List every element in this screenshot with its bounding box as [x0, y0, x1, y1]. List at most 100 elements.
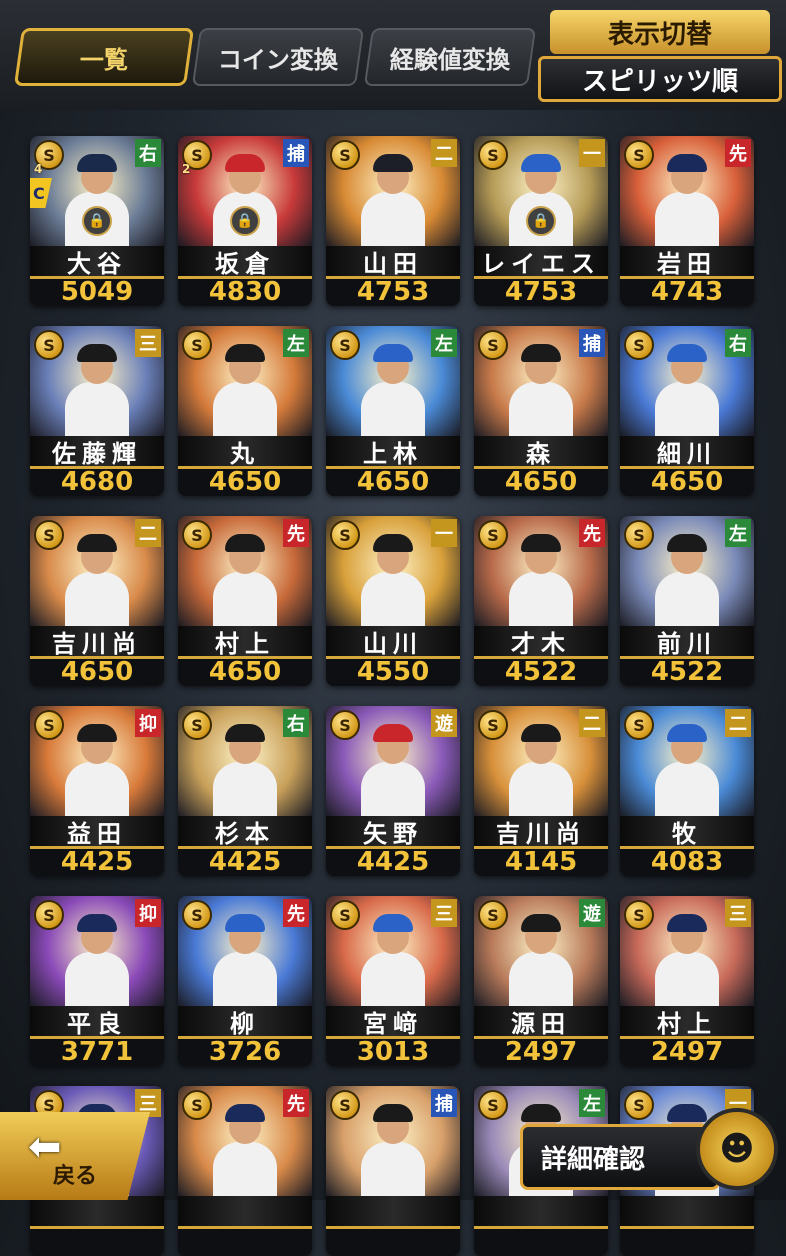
lock-icon: 🔒	[82, 206, 112, 236]
player-card[interactable]: S 右杉本 4425	[178, 706, 312, 876]
detail-confirm-button[interactable]: 詳細確認	[520, 1124, 720, 1190]
spirits-coin-icon: S	[182, 520, 212, 550]
player-figure	[65, 914, 129, 1006]
position-badge: 抑	[135, 899, 161, 927]
position-badge: 捕	[579, 329, 605, 357]
player-name: 矢野	[326, 816, 460, 849]
spirits-coin-icon: S	[478, 1090, 508, 1120]
player-name: 吉川尚	[30, 626, 164, 659]
limit-break-count: 4	[34, 162, 43, 176]
player-card[interactable]: S 二山田 4753	[326, 136, 460, 306]
player-card[interactable]: S 一 🔒 レイエス 4753	[474, 136, 608, 306]
player-figure	[509, 344, 573, 436]
player-card[interactable]: S 三宮﨑 3013	[326, 896, 460, 1066]
spirits-score: 4650	[504, 467, 578, 496]
display-toggle-button[interactable]: 表示切替 スピリッツ順	[538, 10, 782, 102]
player-card[interactable]: S 先才木 4522	[474, 516, 608, 686]
player-card[interactable]: S 三佐藤輝 4680	[30, 326, 164, 496]
player-card[interactable]: S 左前川 4522	[620, 516, 754, 686]
player-figure	[655, 154, 719, 246]
spirits-score: 3726	[208, 1037, 282, 1066]
position-badge: 三	[725, 899, 751, 927]
spirits-score: 4650	[60, 657, 134, 686]
person-icon[interactable]: ☻	[696, 1108, 778, 1190]
player-figure	[213, 914, 277, 1006]
player-card[interactable]: S捕	[326, 1086, 460, 1256]
player-name: 源田	[474, 1006, 608, 1039]
player-figure	[65, 344, 129, 436]
player-card[interactable]: S 二吉川尚 4145	[474, 706, 608, 876]
spirits-coin-icon: S	[330, 900, 360, 930]
player-figure	[509, 534, 573, 626]
tab-list[interactable]: 一覧	[13, 28, 195, 86]
position-badge: 左	[431, 329, 457, 357]
player-figure	[213, 344, 277, 436]
spirits-coin-icon: S	[624, 330, 654, 360]
player-card[interactable]: S 二吉川尚 4650	[30, 516, 164, 686]
position-badge: 左	[579, 1089, 605, 1117]
detail-confirm-label: 詳細確認	[541, 1144, 646, 1175]
spirits-coin-icon: S	[34, 710, 64, 740]
player-figure	[655, 534, 719, 626]
player-card[interactable]: S 抑平良 3771	[30, 896, 164, 1066]
position-badge: 先	[725, 139, 751, 167]
player-card[interactable]: S 遊源田 2497	[474, 896, 608, 1066]
player-card[interactable]: S先	[178, 1086, 312, 1256]
player-name: 丸	[178, 436, 312, 469]
spirits-coin-icon: S	[34, 520, 64, 550]
player-card[interactable]: S 抑益田 4425	[30, 706, 164, 876]
position-badge: 遊	[431, 709, 457, 737]
player-name: 村上	[178, 626, 312, 659]
player-figure	[213, 1104, 277, 1196]
position-badge: 先	[283, 899, 309, 927]
player-card[interactable]: S 三村上 2497	[620, 896, 754, 1066]
player-name: 益田	[30, 816, 164, 849]
player-card[interactable]: S 遊矢野 4425	[326, 706, 460, 876]
player-figure	[213, 534, 277, 626]
lock-icon: 🔒	[230, 206, 260, 236]
player-card[interactable]: S 左丸 4650	[178, 326, 312, 496]
spirits-score: 4425	[60, 847, 134, 876]
player-card[interactable]: S 先岩田 4743	[620, 136, 754, 306]
player-name	[474, 1196, 608, 1229]
spirits-coin-icon: S	[330, 1090, 360, 1120]
spirits-coin-icon: S	[478, 710, 508, 740]
player-card[interactable]: S 一山川 4550	[326, 516, 460, 686]
player-name: 平良	[30, 1006, 164, 1039]
back-button[interactable]: 戻る	[0, 1112, 150, 1200]
spirits-coin-icon: S	[330, 520, 360, 550]
player-name: 宮﨑	[326, 1006, 460, 1039]
player-card[interactable]: S 左上林 4650	[326, 326, 460, 496]
player-card[interactable]: S 二牧 4083	[620, 706, 754, 876]
player-name: 山田	[326, 246, 460, 279]
tab-exp-convert[interactable]: 経験値変換	[363, 28, 537, 86]
spirits-score: 4743	[650, 277, 724, 306]
spirits-score: 4650	[356, 467, 430, 496]
player-figure	[655, 344, 719, 436]
player-name: 前川	[620, 626, 754, 659]
spirits-coin-icon: S	[330, 330, 360, 360]
player-name: 森	[474, 436, 608, 469]
position-badge: 右	[135, 139, 161, 167]
tab-list-label: 一覧	[80, 45, 128, 74]
tab-coin-convert[interactable]: コイン変換	[191, 28, 365, 86]
position-badge: 三	[135, 329, 161, 357]
spirits-score: 4753	[356, 277, 430, 306]
player-card[interactable]: S 右細川 4650	[620, 326, 754, 496]
spirits-score: 3771	[60, 1037, 134, 1066]
player-name: 柳	[178, 1006, 312, 1039]
player-name: 岩田	[620, 246, 754, 279]
player-figure	[65, 724, 129, 816]
spirits-score: 4145	[504, 847, 578, 876]
player-card[interactable]: S 2 捕 🔒 坂倉 4830	[178, 136, 312, 306]
player-card[interactable]: S 先村上 4650	[178, 516, 312, 686]
player-card[interactable]: S 捕森 4650	[474, 326, 608, 496]
player-figure	[361, 154, 425, 246]
player-card[interactable]: S 先柳 3726	[178, 896, 312, 1066]
spirits-coin-icon: S	[34, 900, 64, 930]
player-figure	[361, 534, 425, 626]
player-card[interactable]: S 4 C 右 🔒 大谷 5049	[30, 136, 164, 306]
player-figure	[361, 914, 425, 1006]
limit-break-count: 2	[182, 162, 191, 176]
position-badge: 二	[135, 519, 161, 547]
